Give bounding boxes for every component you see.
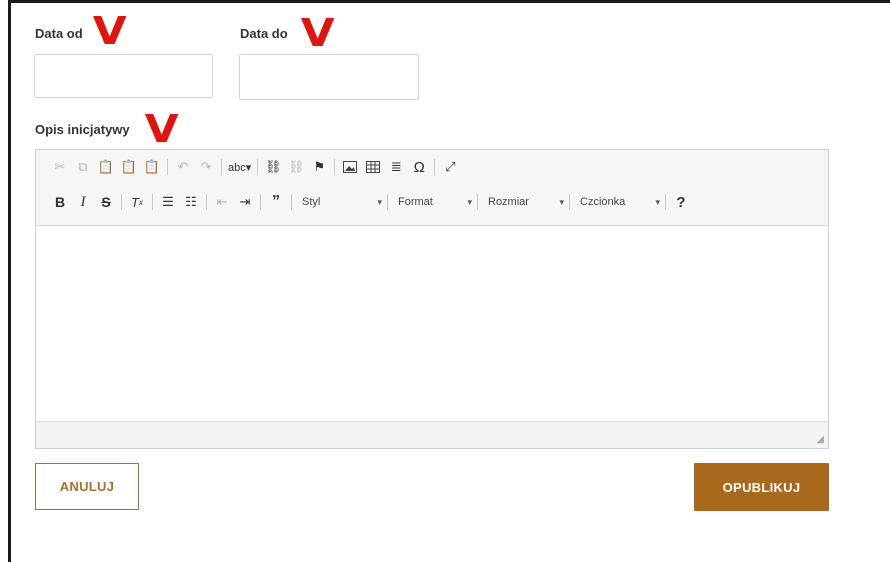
size-dropdown-label: Rozmiar	[488, 196, 529, 208]
annotation-checkmark: V	[144, 107, 179, 151]
toolbar-separator	[291, 194, 292, 210]
toolbar-row-2: B I S Tx ☰ ☷ ⇤ ⇥ ” Styl ▾ Format ▾ Rozmi…	[51, 192, 695, 212]
date-to-label: Data do	[240, 26, 288, 41]
special-char-icon[interactable]: Ω	[410, 157, 428, 177]
rich-text-editor: ✂ ⧉ 📋 📋 📋 ↶ ↷ abc▾ ⛓ ⛓ ⚑ ≣ Ω ⤢ B I S T x…	[35, 149, 829, 449]
toolbar-separator	[569, 194, 570, 210]
blockquote-icon[interactable]: ”	[267, 192, 285, 212]
date-from-input[interactable]	[34, 54, 213, 98]
toolbar-separator	[477, 194, 478, 210]
numbered-list-icon[interactable]: ☰	[159, 192, 177, 212]
format-dropdown-label: Format	[398, 196, 433, 208]
outdent-icon[interactable]: ⇤	[213, 192, 231, 212]
annotation-checkmark: V	[300, 11, 335, 55]
font-dropdown-label: Czcionka	[580, 196, 626, 208]
chevron-down-icon: ▾	[377, 196, 382, 207]
format-dropdown[interactable]: Format ▾	[394, 192, 476, 212]
chevron-down-icon: ▾	[655, 196, 660, 207]
toolbar-separator	[387, 194, 388, 210]
strikethrough-button[interactable]: S	[97, 192, 115, 212]
anchor-icon[interactable]: ⚑	[310, 157, 328, 177]
link-icon[interactable]: ⛓	[264, 157, 282, 177]
horizontal-line-icon[interactable]: ≣	[387, 157, 405, 177]
copy-icon[interactable]: ⧉	[74, 157, 92, 177]
font-dropdown[interactable]: Czcionka ▾	[576, 192, 664, 212]
bulleted-list-icon[interactable]: ☷	[182, 192, 200, 212]
annotation-checkmark: V	[92, 9, 127, 53]
help-button[interactable]: ?	[672, 192, 690, 212]
remove-format-icon[interactable]: Tx	[128, 192, 146, 212]
undo-icon[interactable]: ↶	[174, 157, 192, 177]
toolbar-separator	[206, 194, 207, 210]
description-label: Opis inicjatywy	[35, 122, 130, 137]
toolbar-separator	[334, 159, 336, 175]
editor-content-area[interactable]	[36, 226, 828, 421]
maximize-icon[interactable]: ⤢	[441, 157, 459, 177]
toolbar-separator	[260, 194, 261, 210]
toolbar-separator	[121, 194, 122, 210]
publish-button[interactable]: OPUBLIKUJ	[694, 463, 829, 511]
cut-icon[interactable]: ✂	[51, 157, 69, 177]
unlink-icon[interactable]: ⛓	[287, 157, 305, 177]
chevron-down-icon: ▾	[467, 196, 472, 207]
indent-icon[interactable]: ⇥	[236, 192, 254, 212]
left-border	[8, 0, 11, 562]
spellcheck-icon[interactable]: abc▾	[228, 157, 251, 177]
redo-icon[interactable]: ↷	[197, 157, 215, 177]
toolbar-separator	[434, 159, 436, 175]
chevron-down-icon: ▾	[559, 196, 564, 207]
italic-button[interactable]: I	[74, 192, 92, 212]
toolbar-separator	[221, 159, 222, 175]
toolbar-separator	[665, 194, 666, 210]
style-dropdown[interactable]: Styl ▾	[298, 192, 386, 212]
date-from-label: Data od	[35, 26, 83, 41]
bold-button[interactable]: B	[51, 192, 69, 212]
resize-handle-icon[interactable]: ◢	[816, 434, 824, 445]
toolbar-separator	[152, 194, 153, 210]
toolbar-separator	[257, 159, 259, 175]
top-border	[8, 0, 890, 3]
style-dropdown-label: Styl	[302, 196, 321, 208]
editor-status-bar: ◢	[36, 421, 828, 448]
editor-toolbar: ✂ ⧉ 📋 📋 📋 ↶ ↷ abc▾ ⛓ ⛓ ⚑ ≣ Ω ⤢ B I S T x…	[36, 150, 828, 226]
image-icon[interactable]	[341, 157, 359, 177]
paste-word-icon[interactable]: 📋	[143, 157, 161, 177]
cancel-button[interactable]: ANULUJ	[35, 463, 139, 510]
paste-icon[interactable]: 📋	[97, 157, 115, 177]
toolbar-separator	[167, 159, 168, 175]
table-icon[interactable]	[364, 157, 382, 177]
date-to-input[interactable]	[239, 54, 419, 100]
size-dropdown[interactable]: Rozmiar ▾	[484, 192, 568, 212]
toolbar-row-1: ✂ ⧉ 📋 📋 📋 ↶ ↷ abc▾ ⛓ ⛓ ⚑ ≣ Ω ⤢	[51, 157, 464, 177]
paste-text-icon[interactable]: 📋	[120, 157, 138, 177]
